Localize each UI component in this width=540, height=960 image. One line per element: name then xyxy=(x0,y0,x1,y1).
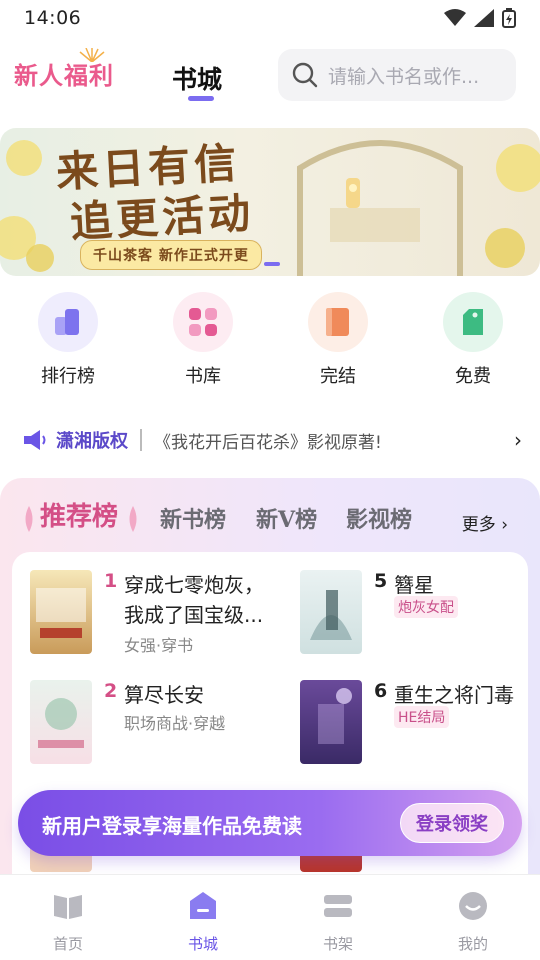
nav-label: 书架 xyxy=(322,935,353,953)
login-promo-text: 新用户登录享海量作品免费读 xyxy=(42,814,302,838)
tab-new-books[interactable]: 新书榜 xyxy=(160,502,226,534)
bottom-nav: 首页 书城 书架 我的 xyxy=(0,874,540,960)
wifi-icon xyxy=(444,9,466,26)
search-placeholder: 请输入书名或作... xyxy=(328,65,480,88)
free-tag-icon xyxy=(443,292,503,352)
tab-film-tv[interactable]: 影视榜 xyxy=(346,502,412,534)
tab-new-v[interactable]: 新V榜 xyxy=(256,502,317,534)
quick-entry-leaderboard[interactable]: 排行榜 xyxy=(18,292,118,388)
more-link[interactable]: 更多 › xyxy=(462,510,508,535)
quick-entry-finished[interactable]: 完结 xyxy=(288,292,388,388)
bookstore-icon xyxy=(190,892,216,919)
ranking-book-item[interactable]: 2 算尽长安 职场商战·穿越 xyxy=(30,680,280,770)
signal-icon xyxy=(474,9,494,27)
chevron-right-icon[interactable]: › xyxy=(514,428,522,452)
book-meta: 女强·穿书 xyxy=(124,636,194,655)
rank-number: 2 xyxy=(104,680,118,702)
bookshelf-icon xyxy=(324,895,352,917)
ranking-book-item[interactable]: 6 重生之将门毒 HE结局 xyxy=(300,680,528,770)
leaderboard-icon xyxy=(38,292,98,352)
nav-profile[interactable]: 我的 xyxy=(433,889,513,954)
book-title: 穿成七零炮灰，我成了国宝级... xyxy=(124,573,264,627)
ranking-book-item[interactable]: 1 穿成七零炮灰，我成了国宝级... 女强·穿书 xyxy=(30,570,280,660)
quick-entry-library[interactable]: 书库 xyxy=(153,292,253,388)
nav-label: 首页 xyxy=(52,935,83,953)
notice-message: 《我花开后百花杀》影视原著! xyxy=(154,432,382,453)
notice-brand: 潇湘版权 xyxy=(56,431,128,452)
book-tag: HE结局 xyxy=(394,706,450,728)
quick-entries: 排行榜 书库 完结 免费 xyxy=(0,292,540,392)
quick-entry-label: 排行榜 xyxy=(41,366,95,387)
quick-entry-free[interactable]: 免费 xyxy=(423,292,523,388)
ranking-book-item[interactable]: 5 簪星 炮灰女配 xyxy=(300,570,528,660)
book-cover xyxy=(30,680,92,764)
top-nav: 新人福利 书城 请输入书名或作... xyxy=(0,44,540,108)
nav-label: 我的 xyxy=(457,935,488,953)
tab-recommend[interactable]: 推荐榜 xyxy=(40,496,118,533)
status-icons xyxy=(444,8,516,28)
book-cover xyxy=(300,680,362,764)
leaf-right-icon xyxy=(129,506,137,532)
nav-label: 书城 xyxy=(187,935,218,953)
notice-divider xyxy=(140,429,142,451)
quick-entry-label: 完结 xyxy=(320,366,356,387)
book-cover xyxy=(300,570,362,654)
login-reward-button[interactable]: 登录领奖 xyxy=(400,803,504,843)
rank-number: 6 xyxy=(374,680,388,702)
tab-active-indicator xyxy=(188,96,214,101)
ranking-tabs: 推荐榜 新书榜 新V榜 影视榜 更多 › xyxy=(0,496,540,540)
nav-bookshelf[interactable]: 书架 xyxy=(298,889,378,954)
banner-subtitle: 千山茶客 新作正式开更 xyxy=(80,240,262,270)
book-tag: 炮灰女配 xyxy=(394,596,458,618)
tab-bookstore[interactable]: 书城 xyxy=(172,60,222,96)
leaf-left-icon xyxy=(25,506,33,532)
search-input[interactable]: 请输入书名或作... xyxy=(278,49,516,101)
status-time: 14:06 xyxy=(24,7,82,29)
finished-book-icon xyxy=(308,292,368,352)
nav-bookstore[interactable]: 书城 xyxy=(163,889,243,954)
library-icon xyxy=(173,292,233,352)
login-promo-banner[interactable]: 新用户登录享海量作品免费读 登录领奖 xyxy=(18,790,522,856)
rank-number: 5 xyxy=(374,570,388,592)
battery-icon xyxy=(502,8,516,28)
home-book-icon xyxy=(54,895,82,919)
profile-icon xyxy=(459,892,487,920)
quick-entry-label: 免费 xyxy=(455,366,491,387)
book-meta: 职场商战·穿越 xyxy=(124,714,226,733)
promo-banner[interactable]: 来日有信 追更活动 千山茶客 新作正式开更 xyxy=(0,128,540,276)
banner-page-indicator xyxy=(264,262,280,266)
new-user-welfare-button[interactable]: 新人福利 xyxy=(14,56,114,91)
book-cover xyxy=(30,570,92,654)
quick-entry-label: 书库 xyxy=(185,366,221,387)
book-title: 算尽长安 xyxy=(124,683,204,707)
megaphone-icon xyxy=(24,430,46,450)
search-icon xyxy=(292,62,318,88)
status-bar: 14:06 xyxy=(0,0,540,36)
nav-home[interactable]: 首页 xyxy=(28,889,108,954)
notice-bar[interactable]: 潇湘版权 《我花开后百花杀》影视原著! › xyxy=(22,422,522,458)
rank-number: 1 xyxy=(104,570,118,592)
